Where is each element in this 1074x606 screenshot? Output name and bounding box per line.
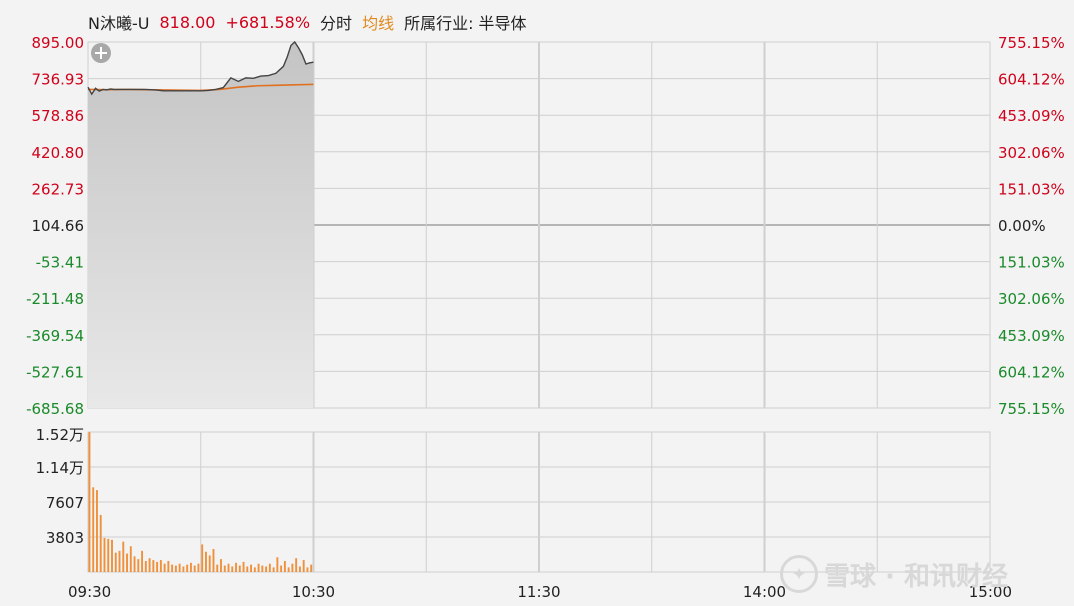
x-tick-label: 09:30 bbox=[68, 583, 111, 601]
volume-bar bbox=[306, 567, 309, 572]
volume-bar bbox=[156, 561, 159, 572]
volume-bar bbox=[178, 563, 181, 572]
volume-bar bbox=[159, 560, 162, 572]
volume-bar bbox=[291, 563, 294, 572]
volume-bar bbox=[212, 548, 215, 572]
intraday-chart[interactable]: 895.00 755.15% 736.93 604.12% 578.86 453.09% 4… bbox=[0, 0, 1074, 606]
volume-bar bbox=[238, 565, 241, 572]
volume-bar bbox=[182, 566, 185, 572]
y-tick-label-right: 302.06% bbox=[998, 290, 1065, 308]
volume-bar bbox=[276, 557, 279, 572]
volume-bar bbox=[144, 560, 147, 572]
volume-bar bbox=[310, 564, 313, 572]
volume-bar bbox=[152, 560, 155, 572]
y-tick-label-left: -527.61 bbox=[26, 363, 84, 381]
volume-bar bbox=[208, 555, 211, 572]
volume-bar bbox=[133, 556, 136, 572]
y-tick-label-left: 262.73 bbox=[32, 180, 85, 198]
y-tick-label-right: 755.15% bbox=[998, 400, 1065, 418]
y-tick-label-left: -685.68 bbox=[26, 400, 84, 418]
volume-bar bbox=[197, 563, 200, 572]
y-tick-label-right: 302.06% bbox=[998, 144, 1065, 162]
volume-bar bbox=[302, 560, 305, 572]
volume-bar bbox=[216, 564, 219, 572]
volume-bar bbox=[246, 566, 249, 572]
volume-bar bbox=[167, 560, 170, 572]
volume-bar bbox=[96, 490, 98, 572]
y-tick-label-left: -211.48 bbox=[26, 290, 84, 308]
volume-bar bbox=[242, 561, 245, 572]
volume-bar bbox=[205, 551, 207, 572]
volume-bar bbox=[261, 565, 264, 572]
volume-bar bbox=[163, 563, 166, 572]
volume-bar bbox=[250, 564, 253, 572]
zoom-plus-icon[interactable] bbox=[91, 43, 111, 63]
volume-bar bbox=[174, 565, 177, 572]
volume-bar bbox=[103, 537, 106, 572]
price-area-fill bbox=[88, 42, 314, 408]
volume-bar bbox=[122, 541, 125, 572]
volume-bar bbox=[227, 563, 230, 572]
y-tick-label-right: 604.12% bbox=[998, 363, 1065, 381]
volume-bar bbox=[268, 563, 271, 572]
volume-bar bbox=[253, 567, 256, 572]
volume-bar bbox=[280, 565, 283, 572]
y-tick-label-left: 104.66 bbox=[32, 217, 85, 235]
volume-bar bbox=[88, 432, 91, 572]
volume-bar bbox=[298, 566, 301, 572]
volume-bar bbox=[126, 553, 128, 572]
volume-bar bbox=[231, 566, 234, 572]
y-tick-label-right: 151.03% bbox=[998, 254, 1065, 272]
volume-bar bbox=[99, 514, 102, 572]
y-tick-label-left: 578.86 bbox=[32, 107, 85, 125]
x-tick-label: 11:30 bbox=[517, 583, 560, 601]
volume-bar bbox=[287, 567, 290, 572]
volume-tick-label: 3803 bbox=[46, 529, 84, 547]
volume-bar bbox=[265, 566, 268, 572]
watermark: ✦ 雪球 · 和讯财经 bbox=[780, 554, 1050, 594]
volume-bar bbox=[114, 552, 117, 572]
volume-bar bbox=[171, 564, 174, 572]
volume-bar bbox=[257, 563, 260, 572]
volume-bar bbox=[235, 562, 237, 572]
volume-bar bbox=[283, 560, 286, 572]
volume-bar bbox=[272, 567, 275, 572]
volume-bar bbox=[141, 550, 144, 572]
y-tick-label-left: -369.54 bbox=[26, 327, 84, 345]
volume-bar bbox=[148, 558, 151, 572]
volume-tick-label: 1.52万 bbox=[36, 426, 84, 444]
y-tick-label-right: 151.03% bbox=[998, 180, 1065, 198]
y-tick-label-right: 755.15% bbox=[998, 34, 1065, 52]
volume-bar bbox=[129, 546, 132, 572]
volume-bar bbox=[223, 565, 226, 572]
y-tick-label-left: -53.41 bbox=[36, 254, 84, 272]
volume-bar bbox=[107, 538, 110, 572]
volume-bar bbox=[92, 487, 95, 572]
volume-bar bbox=[137, 559, 140, 572]
price-area bbox=[88, 42, 314, 408]
y-tick-label-right: 604.12% bbox=[998, 71, 1065, 89]
y-tick-label-left: 895.00 bbox=[32, 34, 85, 52]
xueqiu-logo-icon: ✦ bbox=[780, 555, 818, 593]
volume-bar bbox=[189, 562, 192, 572]
watermark-text: 雪球 · 和讯财经 bbox=[824, 561, 1008, 592]
y-tick-label-right: 0.00% bbox=[998, 217, 1046, 235]
y-tick-label-right: 453.09% bbox=[998, 327, 1065, 345]
volume-bar bbox=[295, 558, 298, 572]
volume-bar bbox=[201, 544, 204, 572]
y-tick-label-right: 453.09% bbox=[998, 107, 1065, 125]
volume-tick-label: 7607 bbox=[46, 494, 84, 512]
y-tick-label-left: 736.93 bbox=[32, 71, 85, 89]
volume-bar bbox=[186, 564, 189, 572]
volume-tick-label: 1.14万 bbox=[36, 459, 84, 477]
volume-bar bbox=[111, 539, 113, 572]
volume-bar bbox=[193, 565, 196, 572]
volume-bar bbox=[220, 559, 222, 572]
volume-bar bbox=[118, 550, 121, 572]
y-tick-label-left: 420.80 bbox=[32, 144, 85, 162]
x-tick-label: 10:30 bbox=[292, 583, 335, 601]
